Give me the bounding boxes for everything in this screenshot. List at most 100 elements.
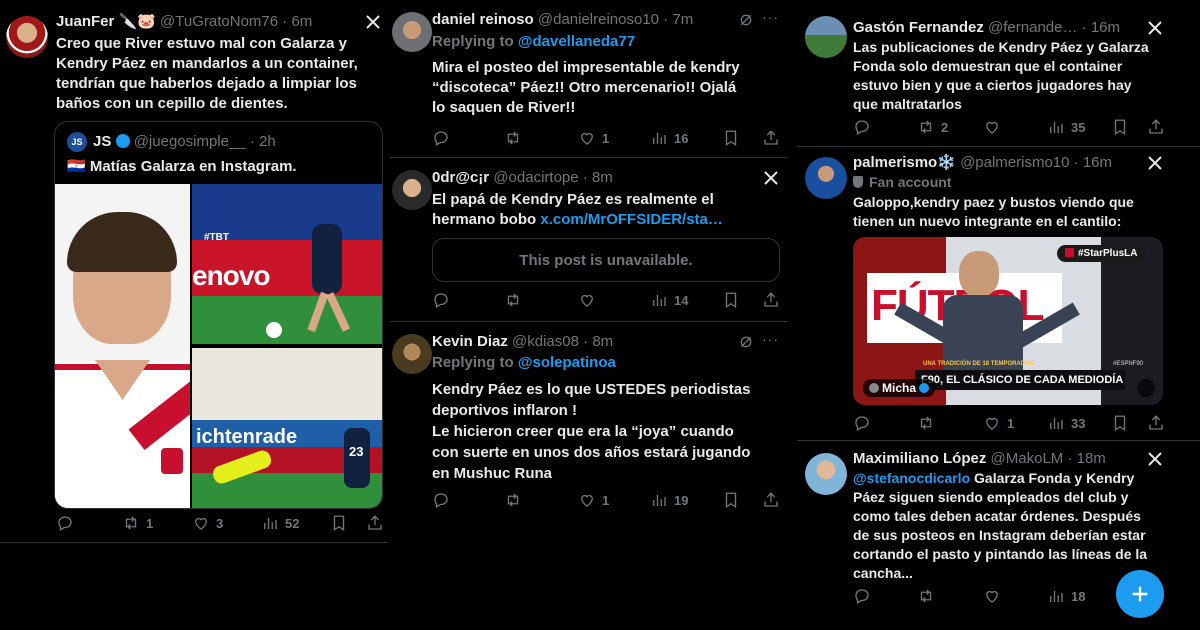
tweet-kevin-diaz[interactable]: Kevin Diaz @kdias08 · 8m ··· Replying to… [390,322,788,630]
tweet-gaston-fernandez[interactable]: Gastón Fernandez @fernande… · 16m Las pu… [797,6,1200,147]
x-logo-icon[interactable] [1146,450,1164,468]
reply-button[interactable] [853,586,877,606]
quote-timestamp[interactable]: 2h [259,133,276,150]
timestamp[interactable]: 8m [592,169,613,186]
bookmark-button[interactable] [722,290,740,310]
views-button[interactable]: 33 [1047,413,1085,433]
views-button[interactable]: 19 [650,490,688,510]
quote-media[interactable]: #TBT enovo ichtenrade 23 [55,184,382,508]
x-logo-icon[interactable] [364,13,382,31]
compose-button[interactable] [1116,570,1164,618]
views-button[interactable]: 52 [261,513,299,533]
bookmark-button[interactable] [1111,413,1129,433]
tweet-daniel-reinoso[interactable]: daniel reinoso @danielreinoso10 · 7m ···… [390,0,788,158]
timestamp[interactable]: 8m [592,333,613,350]
reply-button[interactable] [432,290,456,310]
reply-button[interactable] [432,490,456,510]
like-button[interactable]: 1 [578,490,609,510]
tweet-link[interactable]: x.com/MrOFFSIDER/sta… [540,211,723,228]
timestamp[interactable]: 16m [1083,154,1112,171]
views-button[interactable]: 18 [1047,586,1085,606]
tweet-juanfer[interactable]: JuanFer 🔪🐷 @TuGratoNom76 · 6m Creo que R… [0,0,388,543]
avatar[interactable] [805,16,847,58]
like-button[interactable]: 1 [983,413,1014,433]
timestamp[interactable]: 7m [672,11,693,28]
avatar[interactable] [805,453,847,495]
retweet-button[interactable] [504,290,528,310]
share-button[interactable] [1147,117,1165,137]
avatar[interactable] [6,16,48,58]
bookmark-button[interactable] [722,128,740,148]
media-photo-portrait[interactable] [55,184,190,508]
timestamp[interactable]: 18m [1077,450,1106,467]
quote-tweet[interactable]: JS JS @juegosimple__ · 2h 🇵🇾 Matías Gala… [54,121,383,509]
quote-author-name[interactable]: JS [93,133,111,150]
media-photo-goal[interactable]: ichtenrade 23 [192,348,382,508]
author-name[interactable]: JuanFer 🔪🐷 [56,13,156,30]
bookmark-button[interactable] [722,490,740,510]
author-name[interactable]: Gastón Fernandez [853,19,984,36]
share-button[interactable] [762,290,780,310]
x-logo-icon[interactable] [762,169,780,187]
share-button[interactable] [762,490,780,510]
author-handle[interactable]: @palmerismo10 [960,154,1069,171]
grok-icon[interactable] [738,12,754,28]
reply-button[interactable] [432,128,456,148]
media-photo-match[interactable]: #TBT enovo [192,184,382,344]
reply-button[interactable] [853,117,877,137]
like-button[interactable] [983,586,1007,606]
author-handle[interactable]: @TuGratoNom76 [160,13,278,30]
author-handle[interactable]: @fernande… [988,19,1077,36]
mention-link[interactable]: @solepatinoa [518,354,616,371]
author-name[interactable]: 0dr@c¡r [432,169,489,186]
views-button[interactable]: 35 [1047,117,1085,137]
author-handle[interactable]: @kdias08 [512,333,579,350]
author-name[interactable]: Maximiliano López [853,450,986,467]
retweet-button[interactable] [917,413,941,433]
x-logo-icon[interactable] [1146,19,1164,37]
avatar[interactable] [392,170,432,210]
like-button[interactable] [578,290,602,310]
mention-link[interactable]: @davellaneda77 [518,33,635,50]
like-button[interactable]: 3 [192,513,223,533]
share-button[interactable] [762,128,780,148]
mention-link[interactable]: @stefanocdicarlo [853,470,970,486]
x-logo-icon[interactable] [1146,154,1164,172]
avatar[interactable] [392,334,432,374]
share-button[interactable] [366,513,384,533]
views-button[interactable]: 14 [650,290,688,310]
reply-button[interactable] [853,413,877,433]
author-handle[interactable]: @danielreinoso10 [538,11,659,28]
author-handle[interactable]: @MakoLM [991,450,1064,467]
timestamp[interactable]: 6m [291,13,312,30]
author-name[interactable]: daniel reinoso [432,11,534,28]
bookmark-button[interactable] [330,513,348,533]
reply-button[interactable] [56,513,80,533]
retweet-button[interactable]: 2 [917,117,948,137]
more-icon[interactable]: ··· [762,9,779,25]
mute-icon[interactable] [1137,379,1155,397]
views-button[interactable]: 16 [650,128,688,148]
author-name[interactable]: palmerismo❄️ [853,154,956,171]
like-button[interactable] [983,117,1007,137]
tweet-palmerismo[interactable]: palmerismo❄️ @palmerismo10 · 16m Fan acc… [797,147,1200,441]
retweet-button[interactable] [917,586,941,606]
bookmark-button[interactable] [1111,117,1129,137]
tweet-odacirtope[interactable]: 0dr@c¡r @odacirtope · 8m El papá de Kend… [390,158,788,322]
avatar[interactable] [392,12,432,52]
share-button[interactable] [1147,413,1165,433]
tweet-media-video[interactable]: FÚTBOL #StarPlusLA UNA TRADICIÓN DE 18 T… [853,237,1163,405]
retweet-button[interactable] [504,490,528,510]
author-handle[interactable]: @odacirtope [493,169,578,186]
more-icon[interactable]: ··· [762,331,779,347]
author-name[interactable]: Kevin Diaz [432,333,508,350]
grok-icon[interactable] [738,334,754,350]
video-user-badge[interactable]: Micha [863,379,936,397]
quote-avatar[interactable]: JS [67,132,87,152]
retweet-button[interactable] [504,128,528,148]
timestamp[interactable]: 16m [1091,19,1120,36]
avatar[interactable] [805,157,847,199]
retweet-button[interactable]: 1 [122,513,153,533]
like-button[interactable]: 1 [578,128,609,148]
quote-author-handle[interactable]: @juegosimple__ [134,133,246,150]
